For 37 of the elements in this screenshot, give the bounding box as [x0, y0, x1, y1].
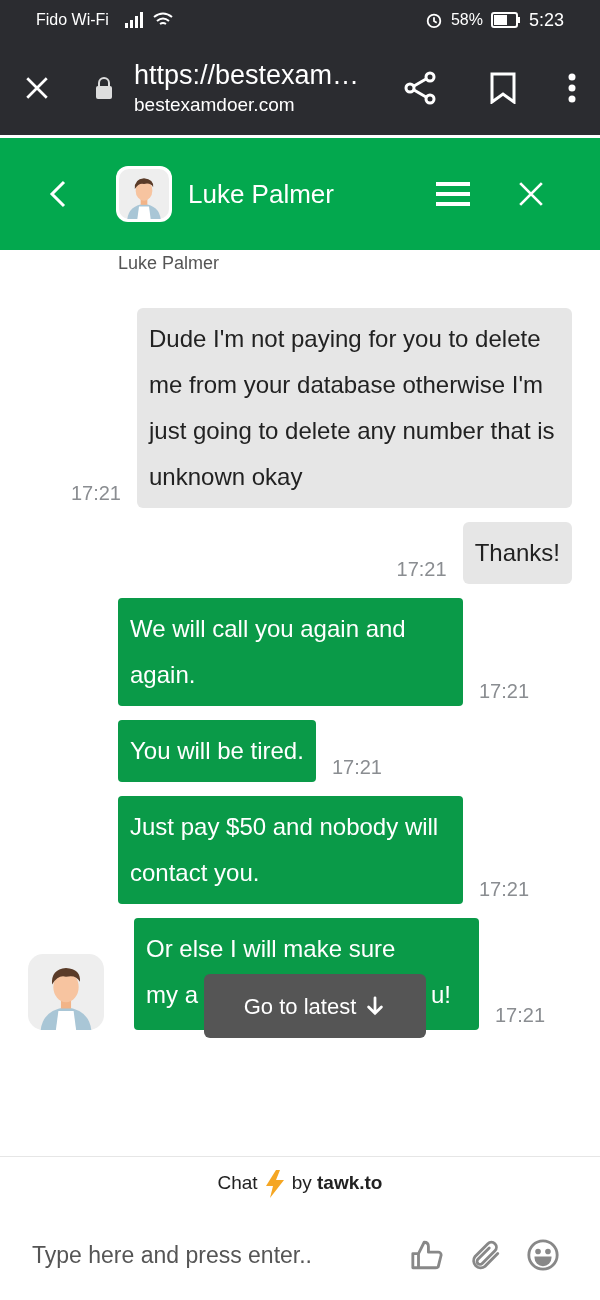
- message-time: 17:21: [479, 679, 530, 704]
- visitor-message-bubble: Dude I'm not paying for you to delete me from your database otherwise I'm just going to delete any number that is unknown okay: [137, 308, 572, 508]
- bookmark-icon[interactable]: [490, 71, 516, 104]
- page-domain: bestexamdoer.com: [134, 92, 296, 117]
- branding-link[interactable]: by tawk.to: [291, 1169, 383, 1198]
- agent-message-bubble: You will be tired.: [118, 720, 316, 782]
- smiley-icon[interactable]: [526, 1238, 560, 1272]
- message-time: 17:21: [70, 481, 121, 506]
- branding-text: Chat: [217, 1171, 258, 1196]
- page-url[interactable]: https://bestexam…: [134, 58, 384, 93]
- battery-percentage: 58%: [450, 10, 483, 30]
- lock-icon: [94, 75, 114, 100]
- agent-message-bubble: Just pay $50 and nobody will contact you.: [118, 796, 463, 904]
- menu-icon[interactable]: [436, 181, 470, 207]
- message-input[interactable]: Type here and press enter..: [32, 1237, 386, 1273]
- sender-name: Luke Palmer: [117, 254, 221, 272]
- avatar-icon: [28, 954, 104, 1030]
- more-options-icon[interactable]: [568, 72, 576, 103]
- message-time: 17:21: [479, 877, 530, 902]
- message-time: 17:21: [331, 755, 382, 780]
- visitor-message-bubble: Thanks!: [462, 522, 572, 584]
- wifi-icon: [152, 12, 173, 28]
- clock-time: 5:23: [528, 8, 564, 32]
- go-to-latest-button[interactable]: Go to latest: [204, 974, 426, 1038]
- message-time: 17:21: [396, 557, 447, 582]
- back-icon[interactable]: [48, 180, 68, 208]
- thumbs-up-icon[interactable]: [410, 1238, 444, 1272]
- carrier-name: Fido Wi-Fi: [36, 10, 109, 30]
- avatar-icon: [119, 169, 169, 219]
- message-time: 17:21: [495, 1003, 546, 1028]
- signal-icon: [124, 12, 145, 28]
- lightning-icon: [265, 1169, 284, 1198]
- alarm-icon: [424, 11, 443, 29]
- battery-icon: [490, 12, 521, 28]
- agent-name: Luke Palmer: [188, 177, 335, 211]
- agent-message-bubble: We will call you again and again.: [118, 598, 463, 706]
- share-icon[interactable]: [404, 70, 438, 105]
